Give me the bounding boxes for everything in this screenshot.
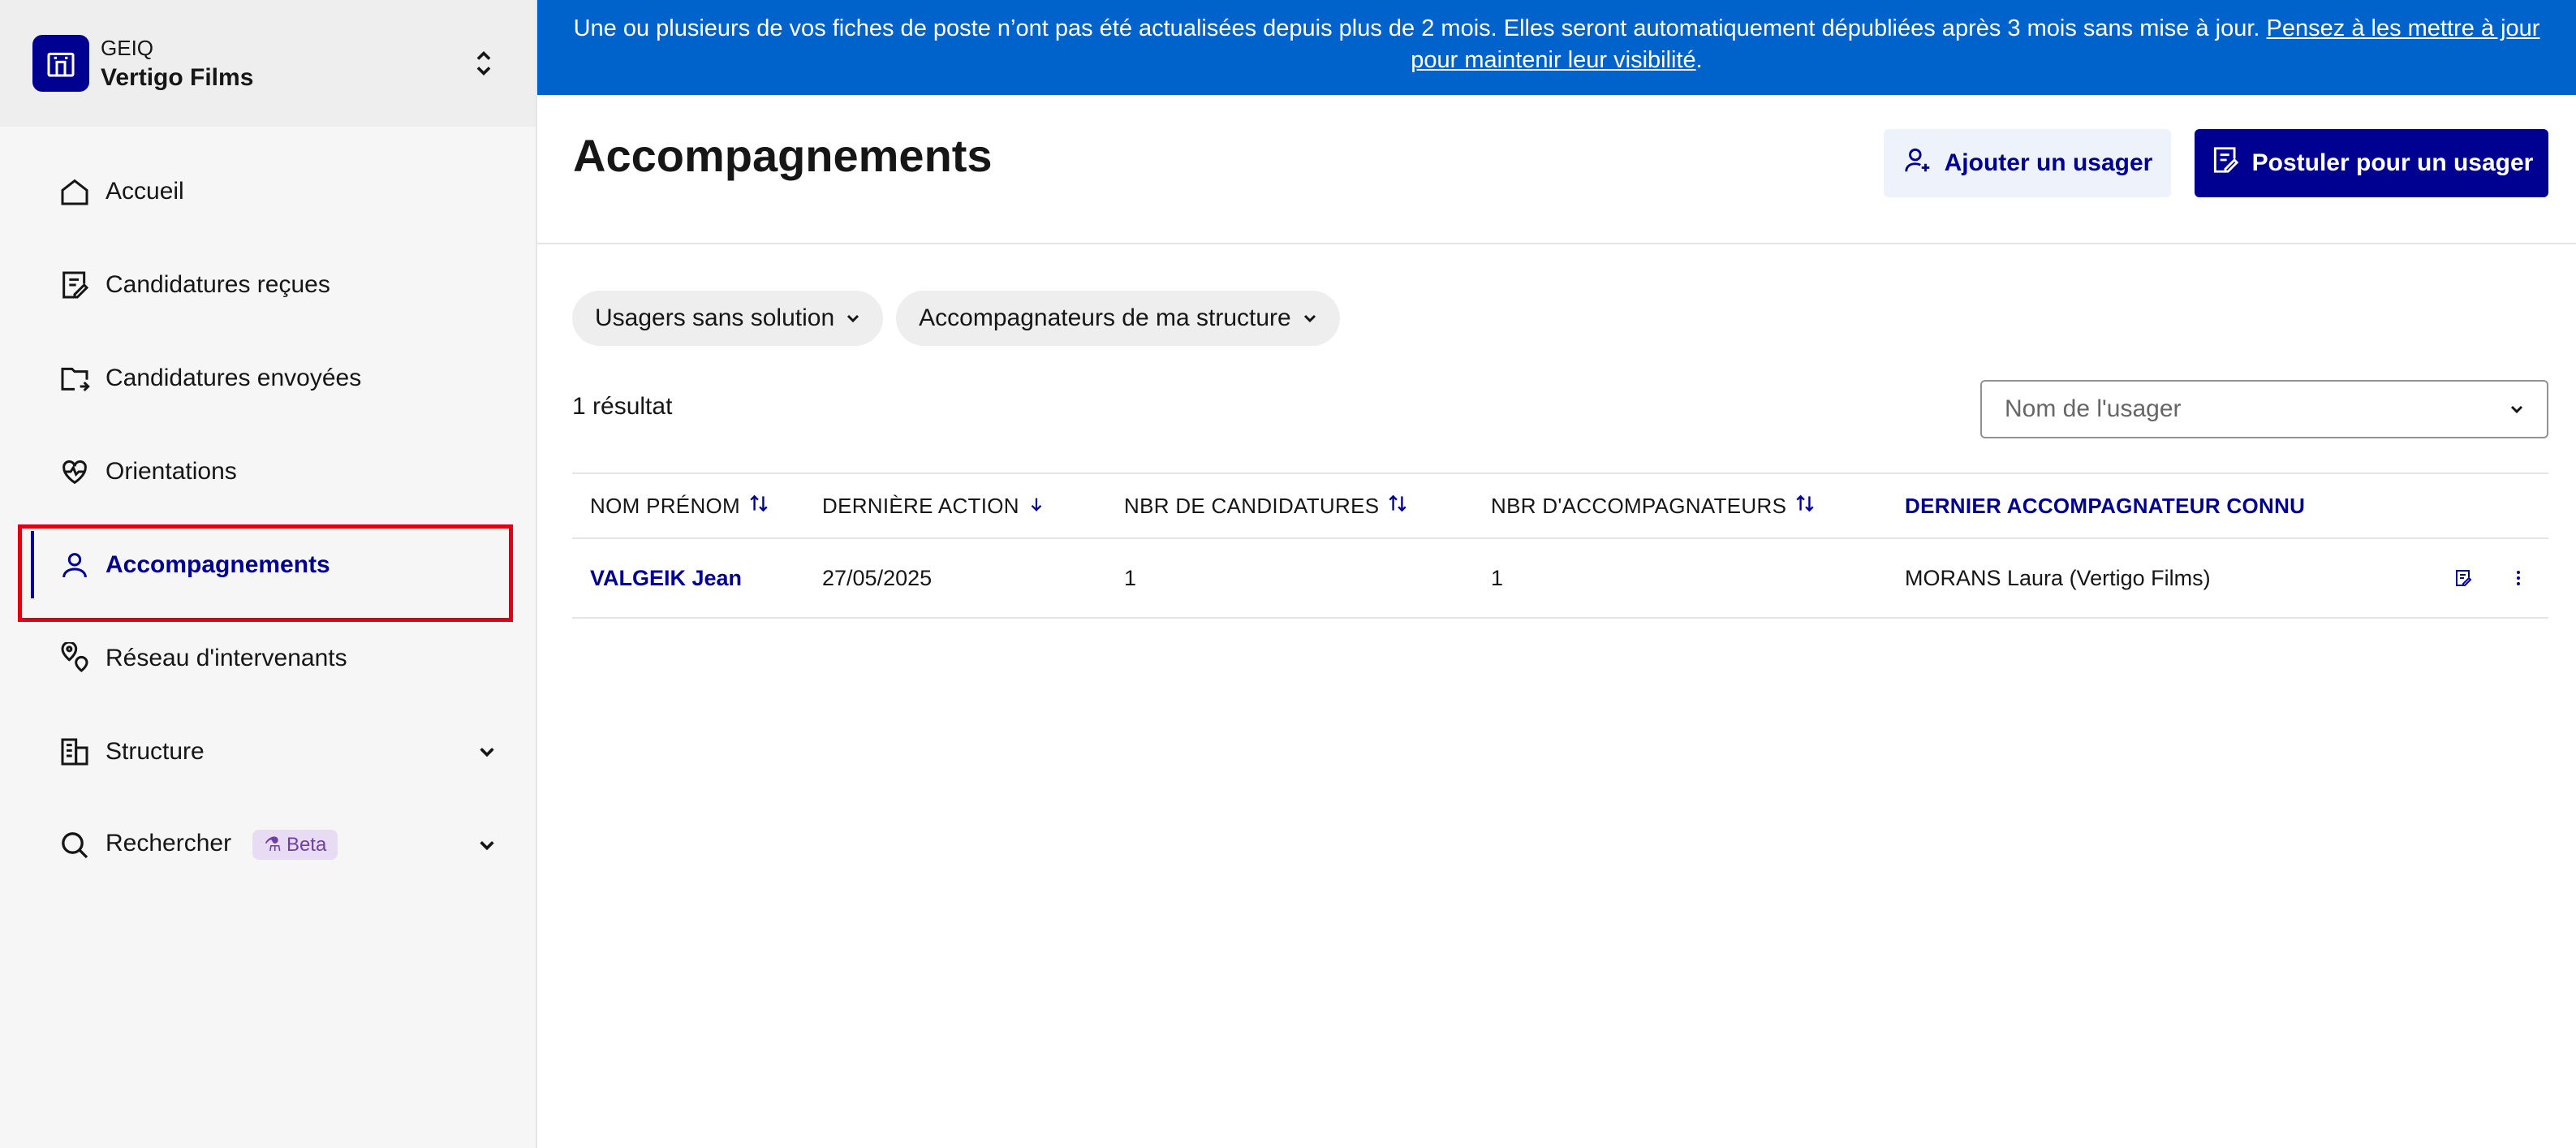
filter-label: Accompagnateurs de ma structure — [919, 304, 1291, 331]
sidebar-item-label: Accueil — [106, 177, 184, 205]
org-type: GEIQ — [101, 36, 154, 60]
chevron-down-icon — [846, 304, 860, 332]
column-label: NOM PRÉNOM — [590, 493, 740, 518]
sidebar-item-orientations[interactable]: Orientations — [0, 425, 536, 518]
user-icon — [57, 547, 93, 583]
applications-cell: 1 — [1124, 565, 1137, 590]
column-label: DERNIER ACCOMPAGNATEUR CONNU — [1905, 493, 2306, 518]
sidebar-item-label-wrap: Rechercher ⚗ Beta — [106, 830, 471, 860]
chevron-up-down-icon[interactable] — [471, 47, 497, 80]
flask-icon: ⚗ — [264, 834, 282, 856]
sidebar-item-label: Réseau d'intervenants — [106, 644, 347, 671]
map-pins-icon — [57, 641, 93, 676]
sidebar-item-rechercher[interactable]: Rechercher ⚗ Beta — [0, 798, 536, 891]
search-icon — [57, 827, 93, 863]
table-header: NOM PRÉNOM DERNIÈRE ACTION NBR DE CANDID… — [572, 473, 2548, 539]
apply-for-user-button[interactable]: Postuler pour un usager — [2195, 129, 2548, 197]
sidebar-item-reseau[interactable]: Réseau d'intervenants — [0, 611, 536, 705]
org-name: Vertigo Films — [101, 64, 254, 91]
org-switcher[interactable]: GEIQ Vertigo Films — [0, 0, 536, 127]
accompagnements-table: NOM PRÉNOM DERNIÈRE ACTION NBR DE CANDID… — [572, 473, 2548, 619]
sidebar-item-structure[interactable]: Structure — [0, 705, 536, 798]
companions-cell: 1 — [1491, 565, 1504, 590]
sidebar-item-candidatures-envoyees[interactable]: Candidatures envoyées — [0, 331, 536, 425]
chevron-down-icon — [2509, 395, 2524, 423]
chevron-down-icon — [1303, 304, 1317, 332]
sidebar-item-label: Candidatures envoyées — [106, 364, 362, 391]
col-dernier-accompagnateur: DERNIER ACCOMPAGNATEUR CONNU — [1905, 494, 2408, 519]
sidebar-item-label: Accompagnements — [106, 550, 330, 578]
last-companion-cell: MORANS Laura (Vertigo Films) — [1905, 565, 2211, 590]
folder-send-icon — [57, 360, 93, 396]
file-edit-icon — [2210, 145, 2241, 182]
column-label: NBR DE CANDIDATURES — [1124, 493, 1380, 518]
sidebar: GEIQ Vertigo Films Accueil Candidatures … — [0, 0, 537, 1148]
col-derniere-action[interactable]: DERNIÈRE ACTION — [822, 494, 1124, 519]
filter-bar: Usagers sans solution Accompagnateurs de… — [572, 291, 1340, 346]
apply-icon[interactable] — [2449, 564, 2477, 592]
home-icon — [57, 174, 93, 209]
building-icon — [57, 734, 93, 770]
sort-icon — [1794, 493, 1816, 520]
user-name-link[interactable]: VALGEIK Jean — [590, 566, 742, 590]
page-title: Accompagnements — [573, 130, 993, 181]
sidebar-item-accompagnements[interactable]: Accompagnements — [0, 518, 536, 622]
result-count: 1 résultat — [572, 393, 673, 420]
beta-badge: ⚗ Beta — [252, 830, 338, 860]
sidebar-item-candidatures-recues[interactable]: Candidatures reçues — [0, 238, 536, 331]
add-user-label: Ajouter un usager — [1944, 149, 2153, 176]
user-add-icon — [1902, 145, 1933, 182]
banner-text: Une ou plusieurs de vos fiches de poste … — [573, 15, 2267, 41]
main-nav: Accueil Candidatures reçues Candidatures… — [0, 145, 536, 891]
building-icon — [32, 35, 89, 92]
chevron-down-icon[interactable] — [471, 736, 503, 768]
apply-for-user-label: Postuler pour un usager — [2251, 149, 2534, 176]
add-user-button[interactable]: Ajouter un usager — [1884, 129, 2171, 197]
sidebar-item-label: Candidatures reçues — [106, 270, 330, 298]
col-nbr-candidatures[interactable]: NBR DE CANDIDATURES — [1124, 493, 1491, 520]
column-label: DERNIÈRE ACTION — [822, 493, 1019, 518]
sidebar-item-label: Structure — [106, 737, 205, 765]
sort-desc-icon — [1027, 494, 1045, 519]
col-nom-prenom[interactable]: NOM PRÉNOM — [572, 493, 822, 520]
user-name-select[interactable]: Nom de l'usager — [1980, 380, 2548, 438]
sidebar-item-label: Rechercher — [106, 830, 232, 857]
sidebar-item-label: Orientations — [106, 457, 237, 485]
chevron-down-icon[interactable] — [471, 829, 503, 861]
beta-badge-label: Beta — [286, 833, 327, 856]
page-header: Accompagnements Ajouter un usager Postul… — [537, 95, 2576, 244]
info-banner: Une ou plusieurs de vos fiches de poste … — [537, 0, 2576, 95]
column-label: NBR D'ACCOMPAGNATEURS — [1491, 493, 1787, 518]
sort-icon — [748, 493, 769, 520]
file-edit-icon — [57, 267, 93, 303]
sort-icon — [1387, 493, 1408, 520]
banner-end: . — [1695, 47, 1703, 73]
filter-accompagnateurs[interactable]: Accompagnateurs de ma structure — [896, 291, 1340, 346]
heart-pulse-icon — [57, 454, 93, 490]
filter-label: Usagers sans solution — [595, 304, 835, 331]
table-row: VALGEIK Jean 27/05/2025 1 1 MORANS Laura… — [572, 539, 2548, 619]
filter-usagers-sans-solution[interactable]: Usagers sans solution — [572, 291, 884, 346]
more-options-icon[interactable] — [2505, 564, 2532, 592]
last-action-cell: 27/05/2025 — [822, 565, 933, 590]
sidebar-item-accueil[interactable]: Accueil — [0, 145, 536, 238]
col-nbr-accompagnateurs[interactable]: NBR D'ACCOMPAGNATEURS — [1491, 493, 1905, 520]
user-name-placeholder: Nom de l'usager — [2005, 395, 2182, 422]
